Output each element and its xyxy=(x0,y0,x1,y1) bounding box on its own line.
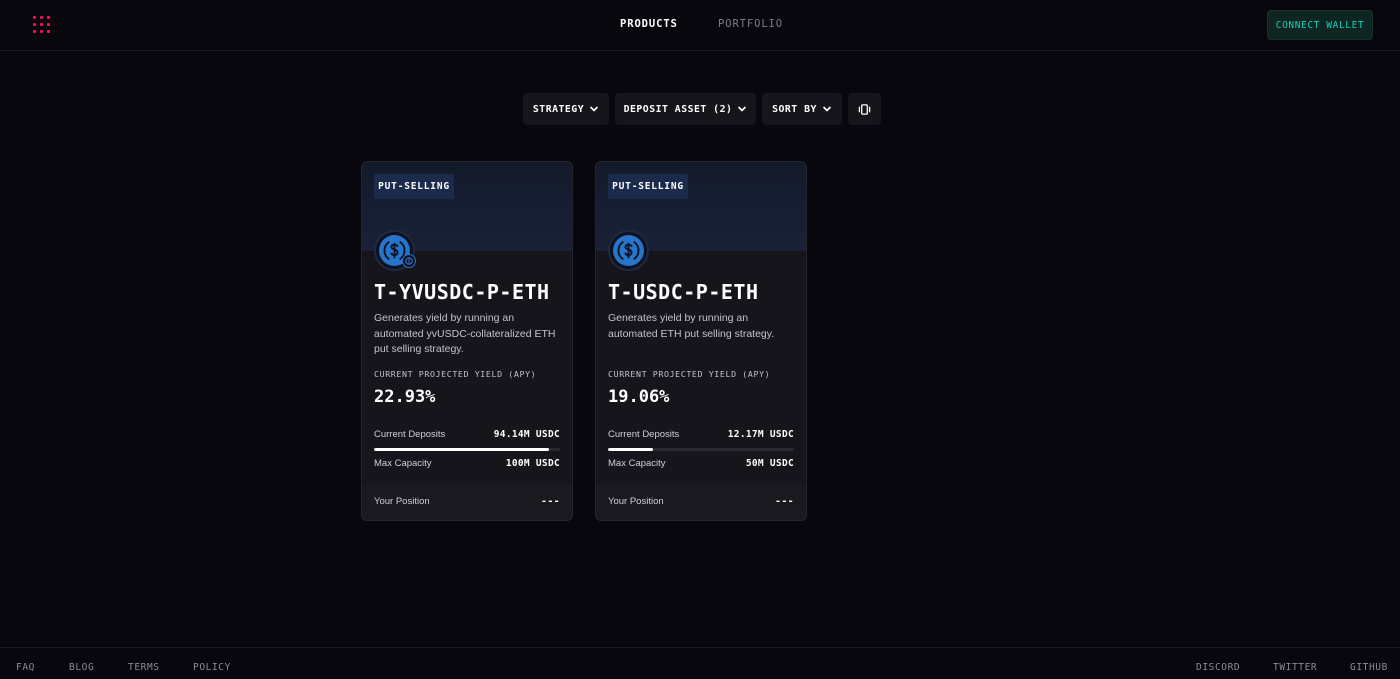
yield-label: CURRENT PROJECTED YIELD (APY) xyxy=(374,369,537,379)
vault-title: T-USDC-P-ETH xyxy=(608,280,759,304)
sort-by-dropdown[interactable]: SORT BY xyxy=(762,93,842,125)
current-deposits-label: Current Deposits xyxy=(374,429,446,440)
main-nav: PRODUCTS PORTFOLIO xyxy=(0,18,1400,32)
your-position-label: Your Position xyxy=(608,496,664,507)
nav-products-tab[interactable]: PRODUCTS xyxy=(620,18,678,30)
your-position-value: --- xyxy=(775,496,794,507)
your-position-label: Your Position xyxy=(374,496,430,507)
max-capacity-row: Max Capacity 100M USDC xyxy=(374,458,560,469)
capacity-progress-fill xyxy=(608,448,654,451)
vault-card[interactable]: PUT-SELLING T-YVUSDC-P-ETH Generates yie… xyxy=(361,161,573,521)
strategy-filter-dropdown[interactable]: STRATEGY xyxy=(523,93,609,125)
current-deposits-value: 12.17M USDC xyxy=(727,429,794,440)
your-position-row: Your Position --- xyxy=(608,496,794,507)
footer-link-twitter[interactable]: TWITTER xyxy=(1273,662,1317,673)
strategy-tag: PUT-SELLING xyxy=(374,174,454,199)
vault-description: Generates yield by running an automated … xyxy=(608,312,775,340)
current-deposits-value: 94.14M USDC xyxy=(493,429,560,440)
yield-value: 19.06% xyxy=(608,387,670,407)
yield-value: 22.93% xyxy=(374,387,436,407)
footer: FAQ BLOG TERMS POLICY DISCORD TWITTER GI… xyxy=(0,647,1400,679)
max-capacity-label: Max Capacity xyxy=(374,458,432,469)
chevron-down-icon xyxy=(590,106,599,112)
footer-link-faq[interactable]: FAQ xyxy=(16,662,35,673)
footer-link-github[interactable]: GITHUB xyxy=(1350,662,1388,673)
top-navbar: PRODUCTS PORTFOLIO CONNECT WALLET xyxy=(0,0,1400,51)
footer-link-blog[interactable]: BLOG xyxy=(69,662,94,673)
carousel-view-icon xyxy=(858,103,871,115)
footer-link-policy[interactable]: POLICY xyxy=(193,662,231,673)
usdc-coin-icon xyxy=(608,230,649,271)
your-position-row: Your Position --- xyxy=(374,496,560,507)
deposit-asset-filter-label: DEPOSIT ASSET (2) xyxy=(623,103,733,115)
strategy-tag: PUT-SELLING xyxy=(608,174,688,199)
view-toggle-button[interactable] xyxy=(848,93,881,125)
max-capacity-row: Max Capacity 50M USDC xyxy=(608,458,794,469)
vault-title: T-YVUSDC-P-ETH xyxy=(374,280,550,304)
current-deposits-row: Current Deposits 94.14M USDC xyxy=(374,429,560,440)
yearn-badge-icon xyxy=(402,254,416,268)
your-position-value: --- xyxy=(541,496,560,507)
max-capacity-value: 50M USDC xyxy=(745,458,794,469)
nav-portfolio-tab[interactable]: PORTFOLIO xyxy=(718,18,783,30)
footer-link-discord[interactable]: DISCORD xyxy=(1196,662,1240,673)
yield-label: CURRENT PROJECTED YIELD (APY) xyxy=(608,369,771,379)
footer-link-terms[interactable]: TERMS xyxy=(128,662,160,673)
max-capacity-value: 100M USDC xyxy=(505,458,560,469)
strategy-filter-label: STRATEGY xyxy=(532,103,585,115)
capacity-progress-bar xyxy=(374,448,560,451)
chevron-down-icon xyxy=(822,106,831,112)
sort-by-label: SORT BY xyxy=(772,103,817,115)
capacity-progress-fill xyxy=(374,448,550,451)
max-capacity-label: Max Capacity xyxy=(608,458,666,469)
deposit-asset-filter-dropdown[interactable]: DEPOSIT ASSET (2) xyxy=(615,93,756,125)
vault-description: Generates yield by running an automated … xyxy=(374,312,556,355)
capacity-progress-bar xyxy=(608,448,794,451)
chevron-down-icon xyxy=(738,106,747,112)
current-deposits-label: Current Deposits xyxy=(608,429,680,440)
connect-wallet-button[interactable]: CONNECT WALLET xyxy=(1267,10,1373,40)
current-deposits-row: Current Deposits 12.17M USDC xyxy=(608,429,794,440)
vault-card[interactable]: PUT-SELLING T-USDC-P-ETH Generates yield… xyxy=(595,161,807,521)
